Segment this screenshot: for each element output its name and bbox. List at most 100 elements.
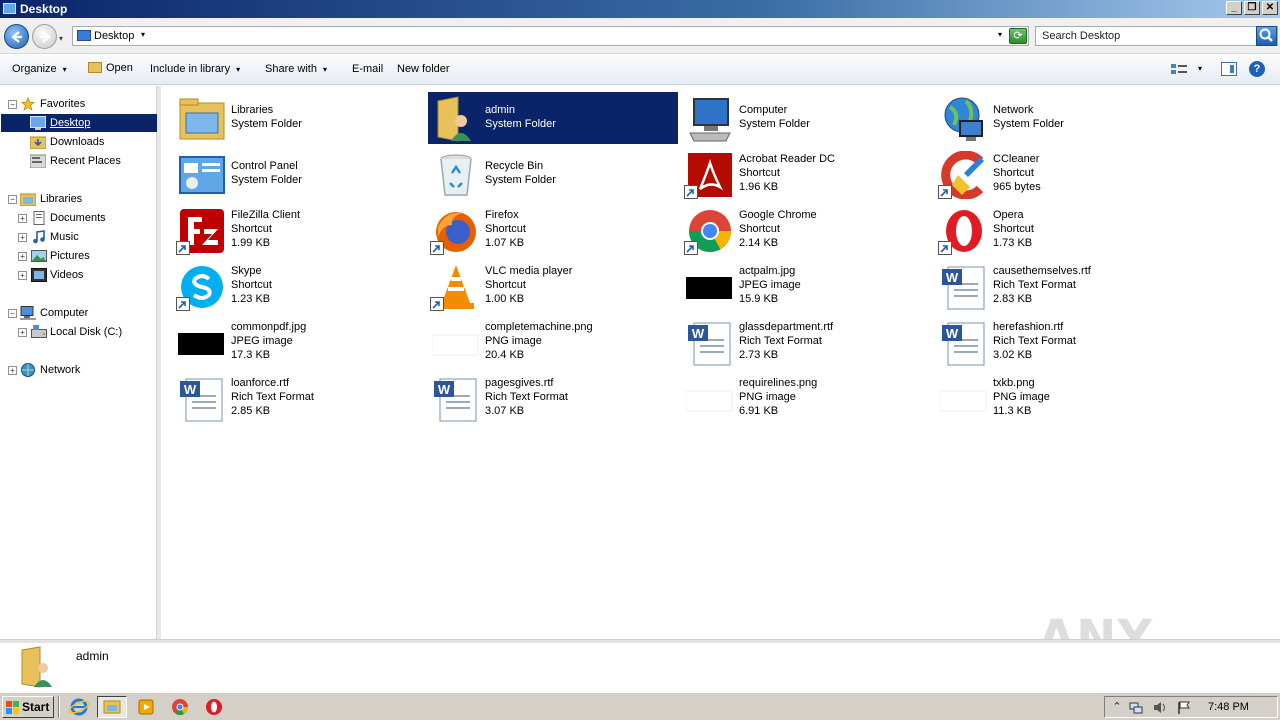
nav-pictures[interactable]: + Pictures	[0, 247, 157, 265]
nav-computer[interactable]: − Computer	[0, 304, 157, 322]
file-item[interactable]: Computer System Folder	[682, 92, 932, 144]
collapse-icon[interactable]: −	[8, 194, 17, 204]
show-hidden-icons-icon[interactable]: ⌃	[1110, 700, 1124, 713]
preview-pane-icon[interactable]	[1221, 62, 1237, 76]
file-item[interactable]: Acrobat Reader DC Shortcut 1.96 KB	[682, 148, 932, 200]
expand-icon[interactable]: +	[18, 251, 27, 261]
rtf-icon: W	[434, 378, 477, 422]
include-in-library-button[interactable]: Include in library ▾	[150, 63, 240, 75]
file-item[interactable]: Libraries System Folder	[174, 92, 424, 144]
file-type: Shortcut	[993, 223, 1034, 235]
close-button[interactable]: ✕	[1262, 1, 1278, 15]
address-history-dropdown[interactable]: ▾	[998, 30, 1002, 39]
file-item[interactable]: requirelines.png PNG image 6.91 KB	[682, 372, 932, 424]
file-item[interactable]: CCleaner Shortcut 965 bytes	[936, 148, 1186, 200]
network-status-icon[interactable]	[1129, 701, 1143, 714]
recent-pages-dropdown[interactable]: ▾	[59, 34, 63, 43]
file-size: 1.96 KB	[739, 181, 779, 193]
nav-desktop[interactable]: Desktop	[1, 114, 157, 132]
expand-icon[interactable]: +	[8, 365, 17, 375]
email-button[interactable]: E-mail	[352, 63, 383, 75]
rtf-icon: W	[942, 322, 985, 366]
file-type: Shortcut	[485, 223, 526, 235]
open-button[interactable]: Open	[88, 62, 133, 74]
restore-button[interactable]: ❐	[1244, 1, 1260, 15]
nav-downloads[interactable]: Downloads	[0, 133, 157, 151]
address-bar[interactable]: Desktop ▾ ▾ ⟳	[72, 26, 1029, 46]
minimize-button[interactable]: _	[1226, 1, 1242, 15]
refresh-button[interactable]: ⟳	[1009, 28, 1027, 44]
file-item[interactable]: W causethemselves.rtf Rich Text Format 2.8…	[936, 260, 1186, 312]
share-with-button[interactable]: Share with ▾	[265, 63, 327, 75]
nav-local-disk[interactable]: + Local Disk (C:)	[0, 323, 157, 341]
opera-taskbar-icon[interactable]	[199, 696, 229, 718]
svg-text:W: W	[692, 326, 705, 341]
explorer-taskbar-icon[interactable]	[97, 696, 127, 718]
expand-icon[interactable]: +	[18, 232, 27, 242]
file-type: Rich Text Format	[485, 391, 568, 403]
file-item[interactable]: Network System Folder	[936, 92, 1186, 144]
include-in-library-label: Include in library	[150, 63, 231, 75]
file-type: Shortcut	[231, 279, 272, 291]
file-item[interactable]: Firefox Shortcut 1.07 KB	[428, 204, 678, 256]
chrome-taskbar-icon[interactable]	[165, 696, 195, 718]
address-location[interactable]: Desktop	[94, 30, 134, 42]
file-item[interactable]: completemachine.png PNG image 20.4 KB	[428, 316, 678, 368]
forward-button[interactable]	[32, 24, 57, 49]
file-item[interactable]: Skype Shortcut 1.23 KB	[174, 260, 424, 312]
expand-icon[interactable]: +	[18, 327, 27, 337]
file-item[interactable]: Control Panel System Folder	[174, 148, 424, 200]
file-item[interactable]: W loanforce.rtf Rich Text Format 2.85 KB	[174, 372, 424, 424]
file-item[interactable]: actpalm.jpg JPEG image 15.9 KB	[682, 260, 932, 312]
nav-favorites[interactable]: − Favorites	[0, 95, 157, 113]
nav-recent-places[interactable]: Recent Places	[0, 152, 157, 170]
internet-explorer-icon[interactable]	[64, 696, 94, 718]
file-item[interactable]: Recycle Bin System Folder	[428, 148, 678, 200]
file-item[interactable]: commonpdf.jpg JPEG image 17.3 KB	[174, 316, 424, 368]
file-size: 965 bytes	[993, 181, 1041, 193]
network-icon	[944, 97, 983, 141]
expand-icon[interactable]: +	[18, 270, 27, 280]
star-icon	[20, 97, 36, 111]
search-box[interactable]	[1035, 26, 1278, 46]
command-bar: Organize ▾ Open Include in library ▾ Share…	[0, 55, 1280, 85]
file-item-selected[interactable]: admin System Folder	[428, 92, 678, 144]
breadcrumb-chevron-icon[interactable]: ▾	[141, 30, 145, 39]
file-item[interactable]: W pagesgives.rtf Rich Text Format 3.07 KB	[428, 372, 678, 424]
view-options-chevron-icon[interactable]: ▾	[1198, 64, 1202, 73]
nav-videos[interactable]: + Videos	[0, 266, 157, 284]
collapse-icon[interactable]: −	[8, 308, 17, 318]
search-icon[interactable]	[1256, 26, 1277, 46]
nav-music-label: Music	[50, 231, 79, 243]
action-center-flag-icon[interactable]	[1177, 701, 1191, 714]
organize-button[interactable]: Organize ▾	[12, 63, 67, 75]
media-player-icon[interactable]	[131, 696, 161, 718]
start-button[interactable]: Start	[2, 696, 54, 718]
change-view-icon[interactable]	[1171, 63, 1187, 76]
file-item[interactable]: W glassdepartment.rtf Rich Text Format 2.7…	[682, 316, 932, 368]
expand-icon[interactable]: +	[18, 213, 27, 223]
file-name: Computer	[739, 104, 788, 116]
nav-documents[interactable]: + Documents	[0, 209, 157, 227]
share-with-label: Share with	[265, 63, 317, 75]
nav-network[interactable]: + Network	[0, 361, 157, 379]
file-size: 20.4 KB	[485, 349, 525, 361]
file-type: System Folder	[485, 174, 556, 186]
back-button[interactable]	[4, 24, 29, 49]
file-item[interactable]: txkb.png PNG image 11.3 KB	[936, 372, 1186, 424]
new-folder-button[interactable]: New folder	[397, 63, 450, 75]
nav-music[interactable]: + Music	[0, 228, 157, 246]
file-item[interactable]: Google Chrome Shortcut 2.14 KB	[682, 204, 932, 256]
file-item[interactable]: Opera Shortcut 1.73 KB	[936, 204, 1186, 256]
file-item[interactable]: FileZilla Client Shortcut 1.99 KB	[174, 204, 424, 256]
clock[interactable]: 7:48 PM	[1208, 701, 1249, 713]
volume-icon[interactable]	[1153, 701, 1167, 714]
hard-drive-icon	[31, 325, 47, 338]
search-input[interactable]	[1038, 28, 1254, 44]
file-size: 2.83 KB	[993, 293, 1033, 305]
collapse-icon[interactable]: −	[8, 99, 17, 109]
file-item[interactable]: VLC media player Shortcut 1.00 KB	[428, 260, 678, 312]
help-icon[interactable]: ?	[1249, 61, 1265, 77]
nav-libraries[interactable]: − Libraries	[0, 190, 157, 208]
file-item[interactable]: W herefashion.rtf Rich Text Format 3.02 KB	[936, 316, 1186, 368]
